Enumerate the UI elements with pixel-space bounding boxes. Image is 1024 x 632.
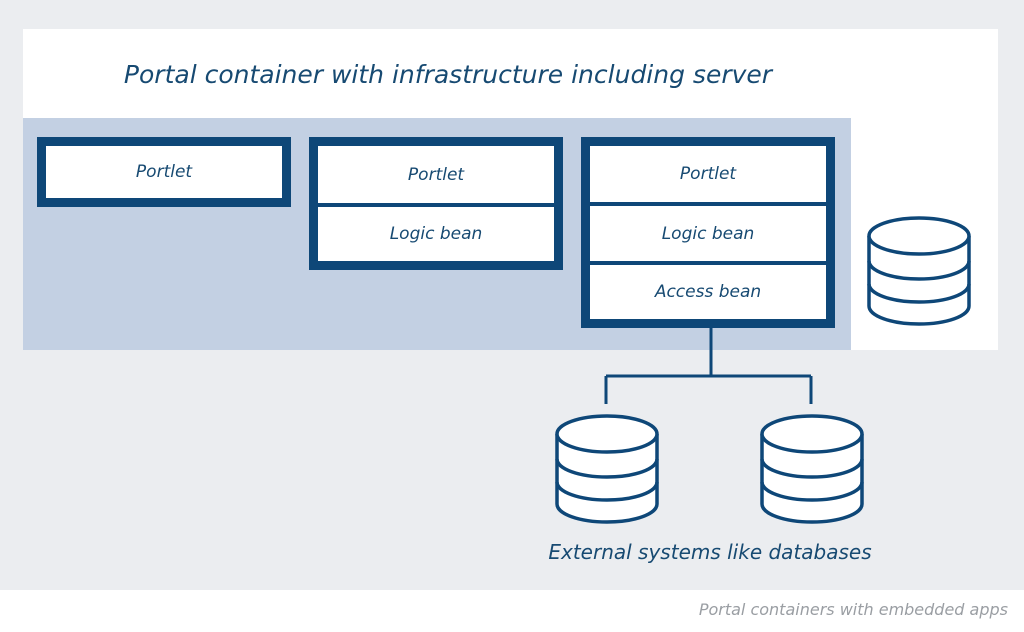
figure-caption: Portal containers with embedded apps [698,600,1008,619]
external-database-icon-2 [760,414,864,524]
database-icon [867,216,971,326]
external-systems-label: External systems like databases [548,540,872,564]
external-database-icon-1 [555,414,659,524]
